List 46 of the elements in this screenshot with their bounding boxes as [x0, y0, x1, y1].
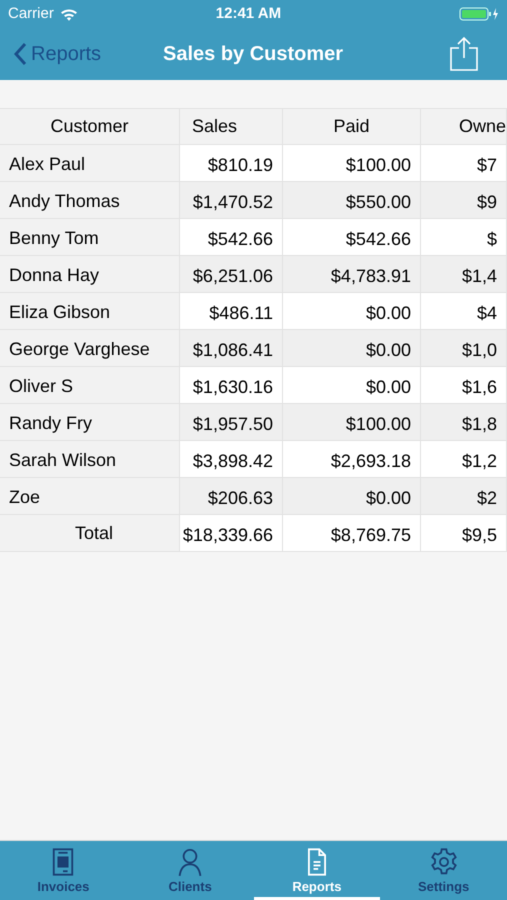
table-cell: $1,6 [421, 367, 507, 403]
settings-icon [430, 846, 458, 876]
table-cell: $2,693.18 [283, 441, 421, 477]
table-cell: $4,783.91 [283, 256, 421, 292]
table-cell: $0.00 [283, 367, 421, 403]
table-cell: $7 [421, 145, 507, 181]
battery-icon [459, 7, 499, 21]
table-cell: $542.66 [283, 219, 421, 255]
table-cell: $1,086.41 [180, 330, 283, 366]
table-cell: $9,5 [421, 515, 507, 551]
table-cell: $3,898.42 [180, 441, 283, 477]
table-cell: $542.66 [180, 219, 283, 255]
table-cell: $4 [421, 293, 507, 329]
table-cell: $1,8 [421, 404, 507, 440]
table-cell: $0.00 [283, 330, 421, 366]
tab-bar-item[interactable]: Clients [126, 841, 254, 900]
table-cell: $1,4 [421, 256, 507, 292]
wifi-icon [60, 8, 78, 20]
table-cell: $0.00 [283, 293, 421, 329]
chevron-left-icon [14, 43, 27, 65]
screen-title: Sales by Customer [163, 42, 344, 67]
table-cell: $1,957.50 [180, 404, 283, 440]
table-cell: $486.11 [180, 293, 283, 329]
table-cell: $2 [421, 478, 507, 514]
table-cell: $ [421, 219, 507, 255]
share-icon[interactable] [449, 36, 479, 72]
table-cell: $550.00 [283, 182, 421, 218]
time-label: 12:41 AM [214, 4, 282, 24]
table-cell: $100.00 [283, 145, 421, 181]
tab-bar-item[interactable]: Reports [254, 841, 380, 900]
table-cell: $1,630.16 [180, 367, 283, 403]
table-cell: $1,2 [421, 441, 507, 477]
table-cell: $6,251.06 [180, 256, 283, 292]
table-cell: $100.00 [283, 404, 421, 440]
table-cell: $1,0 [421, 330, 507, 366]
table-cell: $206.63 [180, 478, 283, 514]
table-cell: $0.00 [283, 478, 421, 514]
table-cell: $9 [421, 182, 507, 218]
tab-bar-item[interactable]: Settings [380, 841, 507, 900]
table-cell: $18,339.66 [180, 515, 283, 551]
carrier-label: Carrier [8, 4, 54, 24]
tab-bar-item[interactable]: Invoices [0, 841, 127, 900]
back-button[interactable]: Reports [14, 39, 102, 69]
table-cell: $8,769.75 [283, 515, 421, 551]
table-cell: $1,470.52 [180, 182, 283, 218]
table-cell: $810.19 [180, 145, 283, 181]
